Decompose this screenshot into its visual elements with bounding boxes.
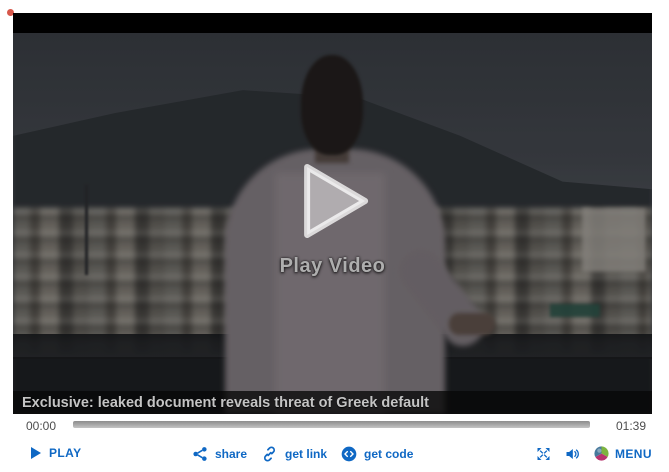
right-controls-group: MENU [535,445,652,462]
video-player-page: Play Video Exclusive: leaked document re… [0,0,669,472]
elapsed-time: 00:00 [26,419,57,433]
caption-bar: Exclusive: leaked document reveals threa… [13,391,652,414]
code-icon [341,446,357,462]
video-still-frame: Play Video Exclusive: leaked document re… [13,33,652,414]
progress-bar[interactable] [73,421,590,428]
share-controls-group: share get link get code [192,446,413,462]
fullscreen-icon [537,447,550,460]
menu-pinwheel-icon [594,446,609,461]
get-code-label: get code [364,447,414,461]
play-button[interactable]: PLAY [30,446,82,460]
menu-label: MENU [615,446,652,461]
share-icon [193,447,207,461]
link-icon [264,446,276,462]
get-link-button[interactable]: get link [261,446,327,462]
fullscreen-button[interactable] [535,446,552,462]
play-triangle-icon [303,164,368,238]
big-play-button[interactable] [297,157,375,248]
volume-button[interactable] [564,446,581,462]
share-label: share [215,447,248,461]
video-viewport[interactable]: Play Video Exclusive: leaked document re… [13,13,652,414]
menu-button[interactable]: MENU [593,445,652,462]
duration-time: 01:39 [616,419,647,433]
play-button-label: PLAY [49,446,82,460]
get-code-button[interactable]: get code [341,446,413,462]
volume-icon [566,448,579,459]
play-icon [31,447,41,459]
share-button[interactable]: share [192,446,247,462]
get-link-label: get link [285,447,328,461]
video-caption: Exclusive: leaked document reveals threa… [22,394,429,411]
